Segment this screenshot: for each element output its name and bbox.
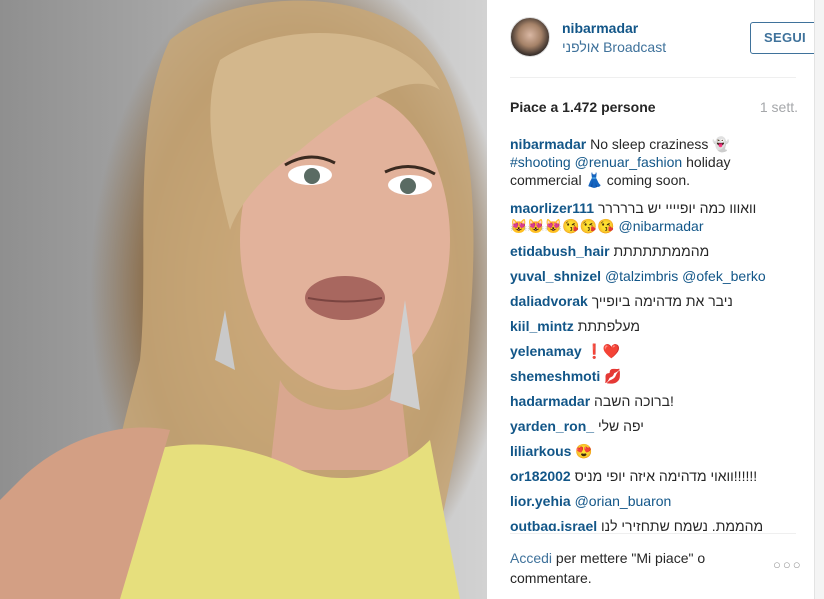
mention-link[interactable]: @nibarmadar	[618, 218, 703, 234]
scrollbar[interactable]	[814, 0, 824, 599]
caption-user[interactable]: nibarmadar	[510, 136, 586, 152]
comment-item: yuval_shnizel @talzimbris @ofek_berko	[510, 267, 800, 285]
comment-text: מהממתתתתתת	[613, 243, 710, 259]
comment-user[interactable]: daliadvorak	[510, 293, 588, 309]
comment-user[interactable]: yuval_shnizel	[510, 268, 601, 284]
login-prompt: Accedi per mettere "Mi piace" o commenta…	[510, 548, 750, 588]
comment-item: hadarmadar ברוכה השבה!	[510, 392, 800, 410]
comment-item: liliarkous 😍	[510, 442, 800, 460]
comment-user[interactable]: hadarmadar	[510, 393, 590, 409]
post-side-panel: nibarmadar אולפני Broadcast SEGUI Piace …	[487, 0, 824, 599]
comment-item: shemeshmoti 💋	[510, 367, 800, 385]
comment-user[interactable]: shemeshmoti	[510, 368, 600, 384]
comment-text: ברוכה השבה!	[594, 393, 674, 409]
comment-text: מהממת. נשמח שתחזירי לנו	[601, 518, 764, 531]
comment-user[interactable]: liliarkous	[510, 443, 571, 459]
selfie-illustration	[0, 0, 474, 599]
comment-user[interactable]: maorlizer111	[510, 200, 594, 216]
comment-text: מעלפתתת	[577, 318, 641, 334]
comment-item: daliadvorak ניבר את מדהימה ביופייך	[510, 292, 800, 310]
comment-item: yarden_ron_ יפה שלי	[510, 417, 800, 435]
comment-item: lior.yehia @orian_buaron	[510, 492, 800, 510]
comment-user[interactable]: yarden_ron_	[510, 418, 594, 434]
caption-text: No sleep craziness 👻	[590, 136, 730, 152]
follow-button[interactable]: SEGUI	[750, 22, 820, 54]
comment-item: yelenamay ❗❤️	[510, 342, 800, 360]
likes-count[interactable]: Piace a 1.472 persone	[510, 99, 656, 115]
comment-item: outbag.israel מהממת. נשמח שתחזירי לנו	[510, 517, 800, 531]
mention-link[interactable]: @renuar_fashion	[575, 154, 683, 170]
comment-text: 😻😻😻😘😘😘	[510, 218, 615, 234]
comment-user[interactable]: lior.yehia	[510, 493, 571, 509]
mention-link[interactable]: @talzimbris @ofek_berko	[605, 268, 766, 284]
comment-item: maorlizer111 וואווו כמה יופיייי יש ברררר…	[510, 199, 800, 235]
comment-user[interactable]: etidabush_hair	[510, 243, 610, 259]
caption: nibarmadar No sleep craziness 👻 #shootin…	[510, 135, 800, 189]
post-photo[interactable]	[0, 0, 487, 599]
caption-text: holiday	[686, 154, 731, 170]
divider	[510, 533, 796, 534]
comment-user[interactable]: kiil_mintz	[510, 318, 574, 334]
comments-list[interactable]: nibarmadar No sleep craziness 👻 #shootin…	[510, 135, 800, 531]
caption-text: commercial 👗 coming soon.	[510, 172, 691, 188]
post-location[interactable]: אולפני Broadcast	[562, 39, 666, 55]
comment-text: 💋	[604, 368, 622, 384]
comment-text: 😍	[575, 443, 593, 459]
comment-user[interactable]: or182002	[510, 468, 571, 484]
comment-text: וואוי מדהימה איזה יופי מניס!!!!!!	[574, 468, 758, 484]
mention-link[interactable]: @orian_buaron	[575, 493, 672, 509]
more-options-icon[interactable]: ○○○	[773, 557, 803, 572]
login-link[interactable]: Accedi	[510, 550, 552, 566]
comment-text: יפה שלי	[597, 418, 644, 434]
comment-text: ניבר את מדהימה ביופייך	[591, 293, 733, 309]
hashtag-link[interactable]: #shooting	[510, 154, 571, 170]
post-header: nibarmadar אולפני Broadcast SEGUI	[510, 17, 820, 59]
post-time[interactable]: 1 sett.	[760, 99, 798, 115]
author-username[interactable]: nibarmadar	[562, 20, 638, 36]
avatar[interactable]	[510, 17, 550, 57]
comment-item: or182002 וואוי מדהימה איזה יופי מניס!!!!…	[510, 467, 800, 485]
comment-user[interactable]: outbag.israel	[510, 518, 597, 531]
comment-text: וואווו כמה יופיייי יש בררררר	[597, 200, 757, 216]
divider	[510, 77, 796, 78]
comment-item: etidabush_hair מהממתתתתתת	[510, 242, 800, 260]
comment-text: ❗❤️	[585, 343, 621, 359]
comment-user[interactable]: yelenamay	[510, 343, 582, 359]
comment-item: kiil_mintz מעלפתתת	[510, 317, 800, 335]
